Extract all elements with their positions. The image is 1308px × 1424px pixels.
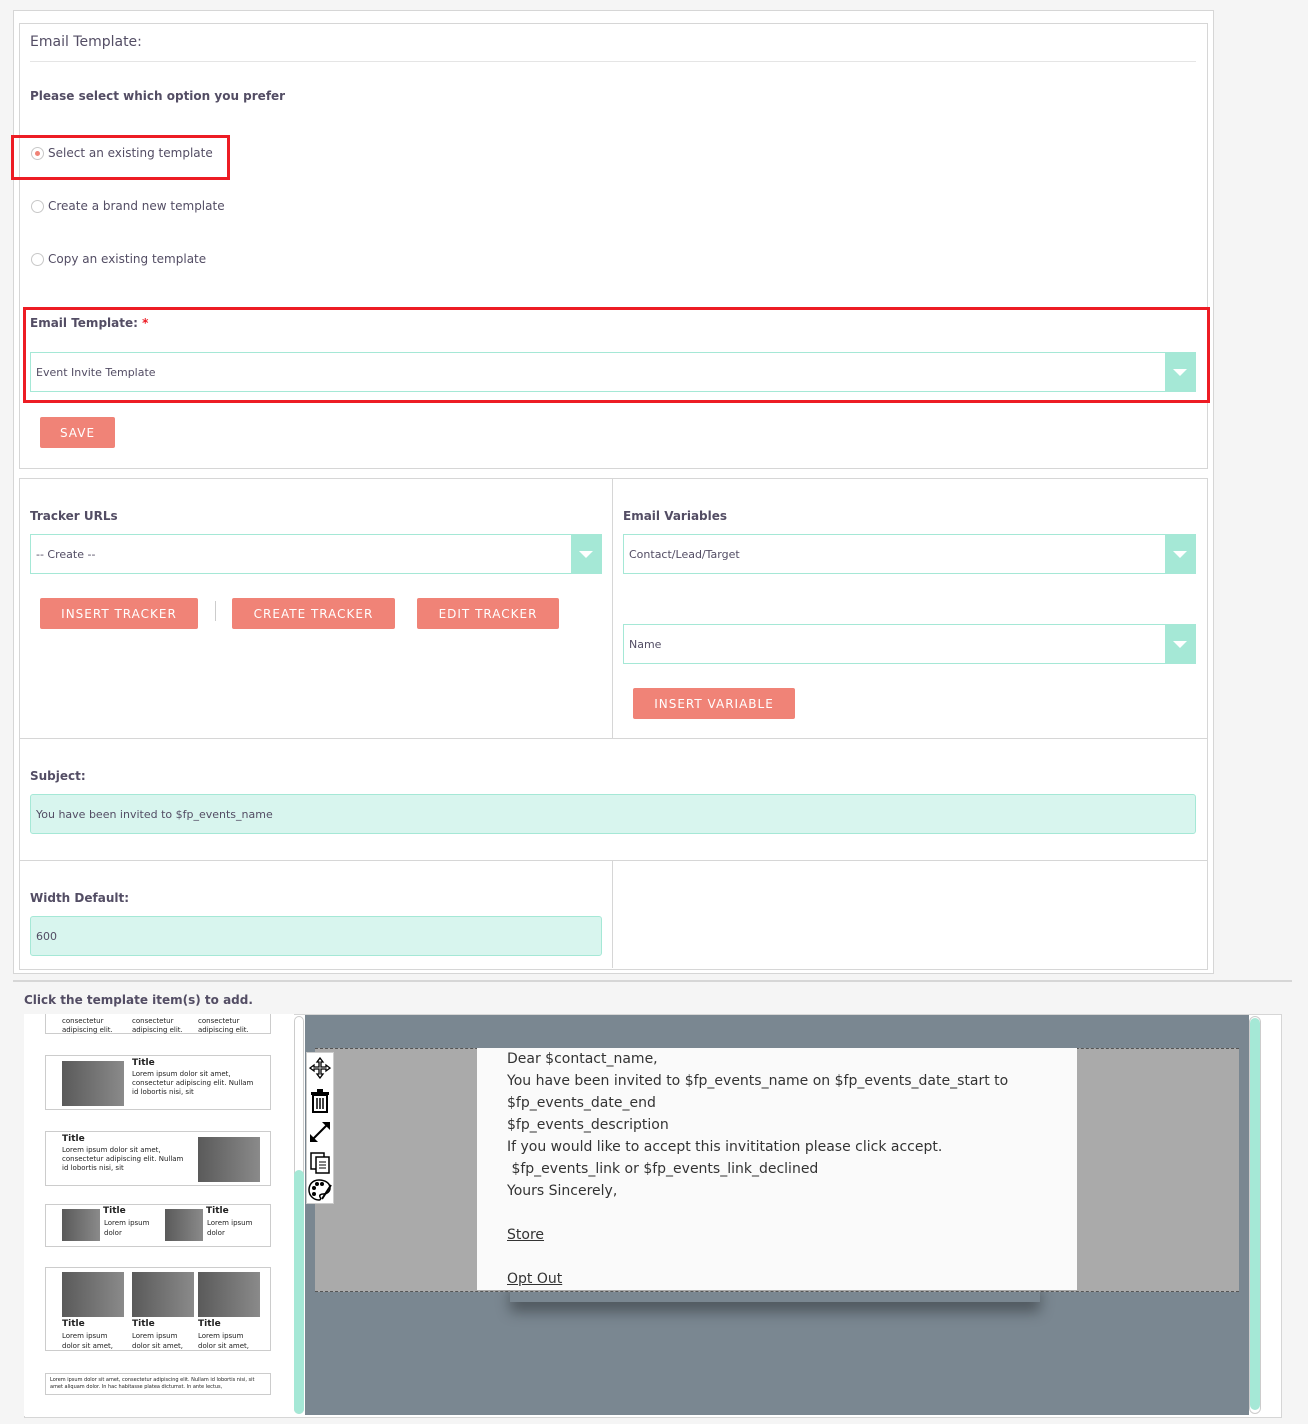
email-line: Dear $contact_name, [507, 1051, 658, 1067]
items-scrollbar[interactable] [294, 1016, 304, 1414]
email-variables-label: Email Variables [623, 509, 728, 523]
trash-icon[interactable] [310, 1089, 330, 1113]
section-title: Email Template: [30, 34, 142, 50]
column-divider [612, 479, 613, 738]
width-default-input[interactable]: 600 [30, 916, 602, 956]
radio-create-new[interactable] [31, 199, 44, 213]
row-toolbar [306, 1052, 334, 1204]
subject-value: You have been invited to $fp_events_name [36, 807, 273, 821]
image-placeholder [62, 1209, 100, 1241]
thumb-title: Title [198, 1319, 221, 1329]
insert-variable-button[interactable]: INSERT VARIABLE [633, 688, 795, 719]
image-placeholder [62, 1061, 124, 1106]
option-create-new[interactable]: Create a brand new template [31, 199, 225, 213]
width-default-value: 600 [36, 929, 57, 943]
highlight-box [11, 135, 230, 180]
thumb-text: Lorem ipsum dolor [207, 1219, 253, 1237]
option-prompt: Please select which option you prefer [30, 89, 286, 103]
highlight-box [23, 307, 1210, 403]
variable-module-select[interactable]: Contact/Lead/Target [623, 534, 1196, 574]
thumb-text: consectetur adipiscing elit. [132, 1017, 183, 1034]
variable-field-value: Name [629, 637, 662, 651]
option-copy-existing[interactable]: Copy an existing template [31, 252, 206, 266]
variable-module-value: Contact/Lead/Target [629, 547, 740, 561]
template-item-two-image-columns[interactable]: Title Lorem ipsum dolor Title Lorem ipsu… [45, 1204, 271, 1247]
thumb-title: Title [62, 1134, 85, 1144]
width-default-label: Width Default: [30, 891, 130, 905]
image-placeholder [132, 1272, 194, 1317]
insert-tracker-button[interactable]: INSERT TRACKER [40, 598, 198, 629]
thumb-text: Lorem ipsum dolor sit amet, [132, 1332, 184, 1350]
template-item-image-left[interactable]: Title Lorem ipsum dolor sit amet, consec… [45, 1055, 271, 1110]
thumb-text: Lorem ipsum dolor [104, 1219, 150, 1237]
scrollbar-thumb[interactable] [294, 1170, 304, 1414]
divider [30, 61, 1196, 62]
thumb-text: consectetur adipiscing elit. [62, 1017, 113, 1034]
thumb-title: Title [132, 1058, 155, 1068]
template-item-three-image-columns[interactable]: Title Title Title Lorem ipsum dolor sit … [45, 1267, 271, 1351]
duplicate-icon[interactable] [309, 1151, 331, 1175]
create-tracker-button[interactable]: CREATE TRACKER [232, 598, 395, 629]
thumb-text: consectetur adipiscing elit. [198, 1017, 249, 1034]
email-line: You have been invited to $fp_events_name… [507, 1073, 1009, 1089]
thumb-title: Title [103, 1206, 126, 1216]
thumb-text: Lorem ipsum dolor sit amet, consectetur … [132, 1070, 254, 1096]
email-line: Yours Sincerely, [507, 1183, 618, 1199]
section-separator [13, 980, 1292, 982]
thumb-text: Lorem ipsum dolor sit amet, [62, 1332, 114, 1350]
email-line: $fp_events_date_end [507, 1095, 656, 1111]
tracker-value: -- Create -- [36, 547, 96, 561]
chevron-down-icon[interactable] [1165, 625, 1195, 663]
scrollbar-thumb[interactable] [1250, 1018, 1260, 1410]
subject-input[interactable]: You have been invited to $fp_events_name [30, 794, 1196, 834]
subject-label: Subject: [30, 769, 86, 783]
template-items-panel: consectetur adipiscing elit. consectetur… [24, 1014, 294, 1416]
image-placeholder [198, 1137, 260, 1182]
row-divider [20, 860, 1207, 861]
option-label: Create a brand new template [48, 199, 225, 213]
template-item-image-right[interactable]: Title Lorem ipsum dolor sit amet, consec… [45, 1131, 271, 1186]
move-icon[interactable] [309, 1057, 331, 1079]
row-divider [20, 738, 1207, 739]
store-link[interactable]: Store [507, 1224, 1077, 1246]
radio-copy-existing[interactable] [31, 252, 44, 266]
email-body-content[interactable]: Dear $contact_name, You have been invite… [477, 1048, 1077, 1290]
thumb-text: Lorem ipsum dolor sit amet, [198, 1332, 250, 1350]
palette-icon[interactable] [308, 1179, 332, 1201]
thumb-title: Title [132, 1319, 155, 1329]
tracker-select[interactable]: -- Create -- [30, 534, 602, 574]
image-placeholder [62, 1272, 124, 1317]
editor-hint: Click the template item(s) to add. [24, 993, 253, 1007]
template-item-three-columns-text[interactable]: consectetur adipiscing elit. consectetur… [45, 1014, 271, 1034]
edit-tracker-button[interactable]: EDIT TRACKER [417, 598, 559, 629]
chevron-down-icon[interactable] [571, 535, 601, 573]
thumb-text: Lorem ipsum dolor sit amet, consectetur … [62, 1146, 184, 1172]
email-line: $fp_events_description [507, 1117, 669, 1133]
save-button[interactable]: SAVE [40, 417, 115, 448]
image-placeholder [165, 1209, 203, 1241]
button-separator [215, 601, 216, 621]
chevron-down-icon[interactable] [1165, 535, 1195, 573]
column-divider [612, 861, 613, 968]
email-line: $fp_events_link or $fp_events_link_decli… [507, 1161, 819, 1177]
option-label: Copy an existing template [48, 252, 207, 266]
template-item-footer-text[interactable]: Lorem ipsum dolor sit amet, consectetur … [45, 1373, 271, 1395]
thumb-title: Title [62, 1319, 85, 1329]
opt-out-link[interactable]: Opt Out [507, 1268, 1077, 1290]
canvas-scrollbar[interactable] [1249, 1016, 1261, 1414]
thumb-text: Lorem ipsum dolor sit amet, consectetur … [50, 1377, 255, 1390]
resize-icon[interactable] [309, 1121, 331, 1143]
thumb-title: Title [206, 1206, 229, 1216]
tracker-urls-label: Tracker URLs [30, 509, 118, 523]
email-line: If you would like to accept this invitit… [507, 1139, 943, 1155]
image-placeholder [198, 1272, 260, 1317]
variable-field-select[interactable]: Name [623, 624, 1196, 664]
